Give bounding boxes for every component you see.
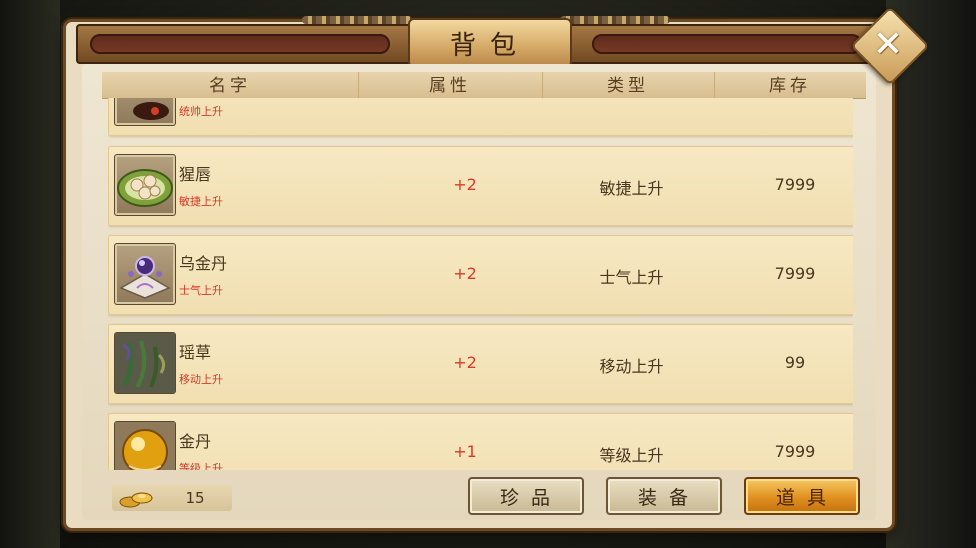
gold-ingot-icon (118, 487, 154, 509)
item-desc: 敏捷上升 (179, 195, 223, 208)
dumpling-plate-icon (114, 154, 176, 216)
item-name: 猩唇 (179, 165, 212, 184)
list-item[interactable]: 瑶草 移动上升 +2 移动上升 99 (108, 324, 853, 404)
item-name: 金丹 (179, 432, 212, 451)
item-attr: +2 (453, 353, 477, 372)
close-icon[interactable]: ✕ (862, 18, 914, 70)
item-list[interactable]: 统帅上升 猩唇 敏捷上升 +2 敏捷上升 7999 乌金丹 士气上升 +2 士气… (108, 98, 853, 470)
item-stock: 99 (784, 353, 806, 372)
tab-equipment[interactable]: 装备 (606, 477, 722, 515)
background-right (886, 0, 976, 548)
background-left (0, 0, 60, 548)
item-name: 瑶草 (179, 343, 212, 362)
gold-amount: 15 (185, 489, 205, 507)
column-header-name: 名字 (102, 72, 359, 98)
item-attr: +2 (453, 175, 477, 194)
item-stock: 7999 (774, 264, 816, 283)
window-title: 背包 (408, 18, 572, 68)
chain-left (302, 16, 412, 24)
item-stock: 7999 (774, 175, 816, 194)
item-stock: 7999 (774, 442, 816, 461)
item-desc: 移动上升 (179, 373, 223, 386)
table-header: 名字 属性 类型 库存 (102, 72, 866, 99)
title-bar-slot-right (592, 34, 862, 54)
pill-orb-icon (114, 243, 176, 305)
item-desc: 士气上升 (179, 284, 223, 297)
item-type: 移动上升 (599, 357, 664, 376)
chain-right (560, 16, 670, 24)
item-attr: +1 (453, 442, 477, 461)
list-item[interactable]: 乌金丹 士气上升 +2 士气上升 7999 (108, 235, 853, 315)
item-desc: 等级上升 (179, 462, 223, 470)
item-type: 士气上升 (599, 268, 664, 287)
golden-pill-icon (114, 421, 176, 470)
list-item[interactable]: 猩唇 敏捷上升 +2 敏捷上升 7999 (108, 146, 853, 226)
tab-treasures[interactable]: 珍品 (468, 477, 584, 515)
bowl-icon (114, 98, 176, 126)
item-name: 乌金丹 (179, 254, 228, 273)
item-type: 等级上升 (599, 446, 664, 465)
item-attr: +2 (453, 264, 477, 283)
list-item[interactable]: 统帅上升 (108, 98, 853, 136)
item-desc: 统帅上升 (179, 105, 223, 118)
tab-items[interactable]: 道具 (744, 477, 860, 515)
gold-counter: 15 (112, 485, 232, 511)
column-header-stock: 库存 (769, 76, 811, 96)
column-header-type: 类型 (542, 72, 715, 98)
column-header-attr: 属性 (358, 72, 543, 98)
title-bar-slot-left (90, 34, 390, 54)
item-type: 敏捷上升 (599, 179, 664, 198)
herb-icon (114, 332, 176, 394)
list-item[interactable]: 金丹 等级上升 +1 等级上升 7999 (108, 413, 853, 470)
